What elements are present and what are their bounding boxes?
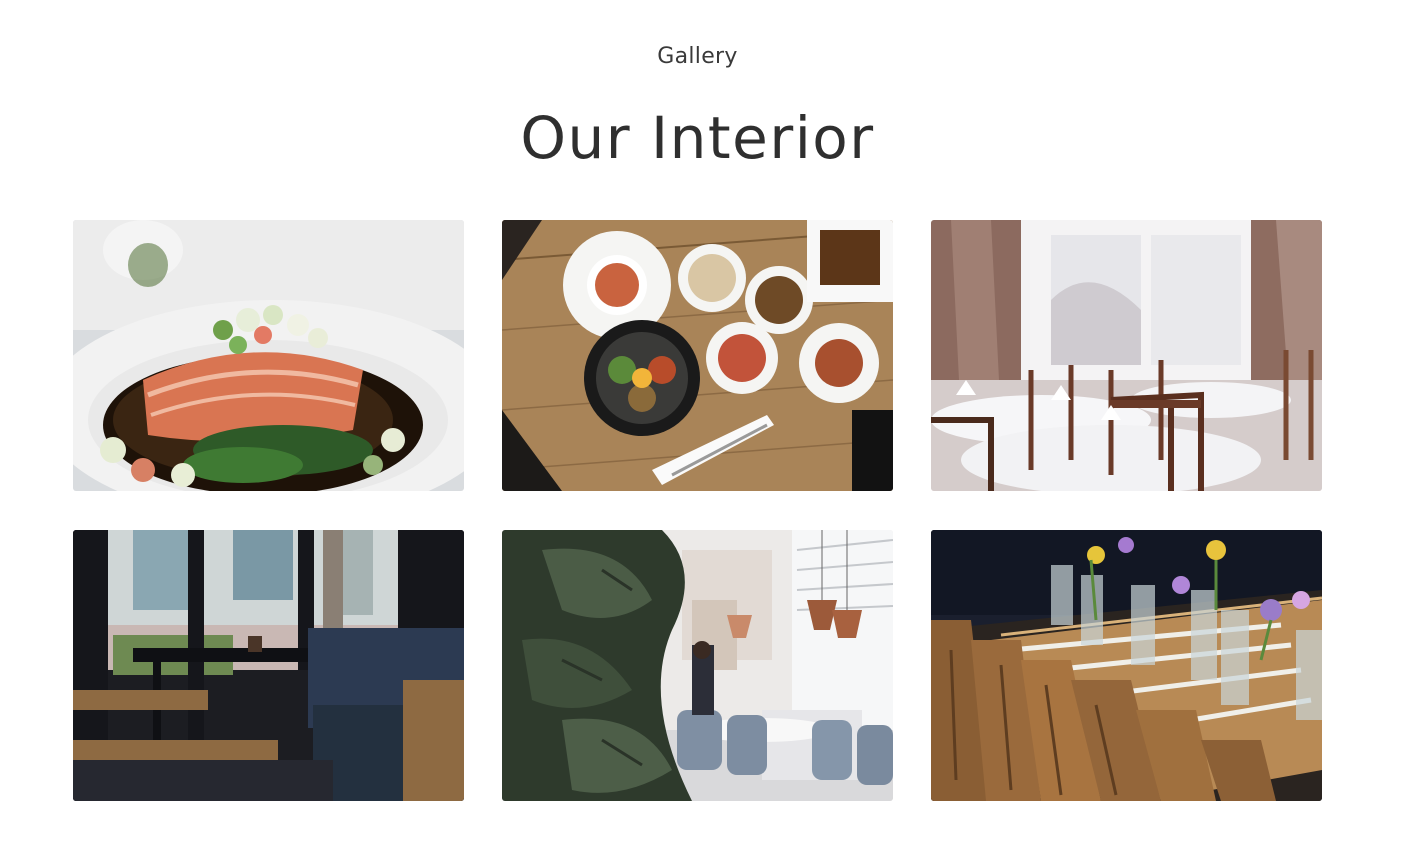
- salmon-dish-photo: [73, 220, 464, 491]
- dining-room-window-photo: [931, 220, 1322, 491]
- gallery-image-korean-table[interactable]: [502, 220, 893, 491]
- gallery-image-long-table[interactable]: [931, 530, 1322, 801]
- gallery-image-dining-room[interactable]: [931, 220, 1322, 491]
- long-wooden-table-flowers-photo: [931, 530, 1322, 801]
- korean-table-spread-photo: [502, 220, 893, 491]
- section-title: Our Interior: [520, 104, 875, 172]
- cafe-window-seating-photo: [73, 530, 464, 801]
- bright-restaurant-plant-photo: [502, 530, 893, 801]
- gallery-image-salmon-dish[interactable]: [73, 220, 464, 491]
- gallery-image-bright-restaurant[interactable]: [502, 530, 893, 801]
- gallery-image-cafe-seating[interactable]: [73, 530, 464, 801]
- section-subtitle: Gallery: [657, 44, 738, 69]
